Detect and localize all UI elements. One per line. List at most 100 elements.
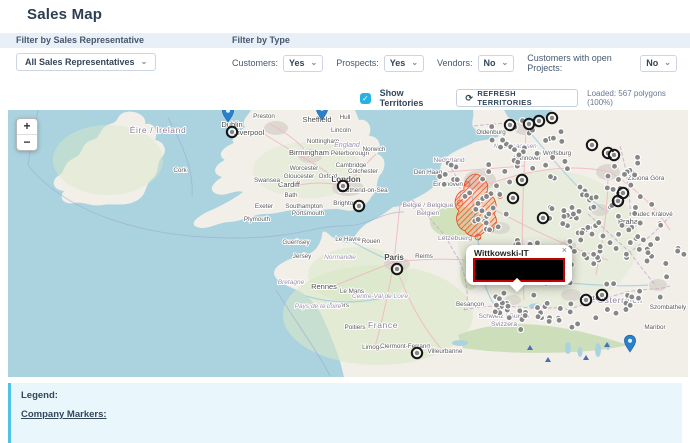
svg-text:Swansea: Swansea	[254, 177, 280, 184]
svg-text:Cardiff: Cardiff	[278, 180, 301, 189]
company-marker	[501, 290, 507, 296]
company-marker	[611, 281, 617, 287]
company-marker	[593, 194, 599, 200]
company-marker	[591, 204, 597, 210]
company-marker	[489, 124, 495, 130]
svg-text:Belgien: Belgien	[417, 210, 440, 217]
company-marker	[585, 225, 591, 231]
company-marker	[496, 296, 502, 302]
svg-text:Rouen: Rouen	[362, 238, 381, 245]
company-marker	[636, 246, 642, 252]
svg-text:Bretagne: Bretagne	[278, 279, 305, 286]
svg-text:Liverpool: Liverpool	[234, 128, 265, 137]
company-marker	[550, 155, 556, 161]
prospects-filter-label: Prospects:	[336, 58, 379, 68]
company-marker	[475, 217, 481, 223]
company-marker	[596, 220, 602, 226]
svg-text:Colchester: Colchester	[348, 168, 378, 175]
filter-rep-section-label: Filter by Sales Representative	[16, 33, 144, 48]
company-marker	[645, 250, 651, 256]
show-territories-checkbox[interactable]: ✓	[360, 93, 371, 104]
svg-text:België / Belgique: België / Belgique	[402, 202, 453, 209]
prospects-select[interactable]: Yes ⌄	[384, 55, 424, 72]
company-marker	[626, 227, 632, 233]
company-marker	[562, 158, 568, 164]
open-projects-filter-label: Customers with open Projects:	[527, 53, 635, 73]
sales-rep-select[interactable]: All Sales Representatives ⌄	[16, 53, 156, 71]
company-marker	[607, 240, 613, 246]
svg-text:Gloucester: Gloucester	[284, 173, 314, 180]
popup-company-name: Wittkowski-IT	[474, 248, 529, 258]
svg-text:Paris: Paris	[384, 253, 404, 262]
company-marker	[531, 292, 537, 298]
company-marker	[570, 211, 576, 217]
polygons-loaded-status: Loaded: 567 polygons (100%)	[587, 89, 690, 107]
company-marker	[498, 144, 504, 150]
company-marker	[644, 258, 650, 264]
company-marker	[492, 309, 498, 315]
customers-filter: Customers: Yes ⌄	[232, 55, 323, 72]
chevron-down-icon: ⌄	[502, 59, 509, 67]
company-marker	[628, 182, 634, 188]
legend-title: Legend:	[21, 390, 672, 401]
svg-text:Jersey: Jersey	[293, 253, 312, 260]
refresh-territories-button[interactable]: ⟳ REFRESH TERRITORIES	[456, 89, 578, 107]
company-marker	[484, 194, 490, 200]
filter-section-bar: Filter by Sales Representative Filter by…	[0, 33, 690, 48]
company-marker	[512, 147, 518, 153]
company-marker	[623, 251, 629, 257]
vendors-select[interactable]: No ⌄	[478, 55, 515, 72]
zoom-out-button[interactable]: −	[17, 134, 37, 150]
popup-close-icon[interactable]: ×	[562, 245, 567, 255]
customers-select-value: Yes	[289, 58, 305, 68]
company-marker	[627, 240, 633, 246]
popup-redacted-content	[473, 258, 565, 282]
refresh-icon: ⟳	[465, 94, 473, 103]
company-marker	[561, 213, 567, 219]
svg-text:Villeurbanne: Villeurbanne	[428, 348, 463, 355]
company-marker	[658, 222, 664, 228]
company-marker	[517, 308, 523, 314]
company-marker	[591, 261, 597, 267]
company-marker	[550, 135, 556, 141]
company-marker	[437, 174, 443, 180]
company-marker	[483, 220, 489, 226]
company-marker	[543, 137, 549, 143]
svg-text:Hull: Hull	[340, 114, 351, 121]
checkmark-icon: ✓	[362, 94, 369, 103]
open-projects-select[interactable]: No ⌄	[640, 55, 677, 72]
company-marker	[615, 213, 621, 219]
company-marker	[561, 208, 567, 214]
svg-text:Guernsey: Guernsey	[282, 239, 310, 246]
company-marker	[535, 305, 541, 311]
company-marker	[500, 137, 506, 143]
company-marker	[619, 222, 625, 228]
svg-text:France: France	[368, 320, 398, 330]
company-marker	[616, 177, 622, 183]
type-filter-group: Customers: Yes ⌄ Prospects: Yes ⌄ Vendor…	[232, 53, 690, 73]
company-marker	[515, 159, 521, 165]
svg-text:Worcester: Worcester	[290, 165, 319, 172]
svg-text:Poitiers: Poitiers	[345, 324, 366, 331]
zoom-in-button[interactable]: +	[17, 119, 37, 134]
company-marker	[635, 234, 641, 240]
legend-company-markers-label: Company Markers:	[21, 409, 672, 420]
company-marker	[534, 150, 540, 156]
company-marker	[548, 174, 554, 180]
svg-text:Clermont-Ferrand: Clermont-Ferrand	[380, 343, 430, 350]
legend-panel: Legend: Company Markers:	[8, 383, 682, 443]
company-marker	[613, 246, 619, 252]
company-marker	[522, 313, 528, 319]
company-marker	[589, 231, 595, 237]
map-canvas[interactable]: Éire / IrelandDublinCorkPrestonLiverpool…	[8, 110, 688, 377]
svg-text:Besançon: Besançon	[456, 301, 485, 308]
company-marker	[567, 309, 573, 315]
company-marker	[506, 315, 512, 321]
company-marker	[616, 231, 622, 237]
prospects-select-value: Yes	[390, 58, 406, 68]
customers-select[interactable]: Yes ⌄	[283, 55, 323, 72]
company-marker	[557, 306, 563, 312]
company-marker	[637, 194, 643, 200]
prospects-filter: Prospects: Yes ⌄	[336, 55, 424, 72]
company-marker	[558, 129, 564, 135]
